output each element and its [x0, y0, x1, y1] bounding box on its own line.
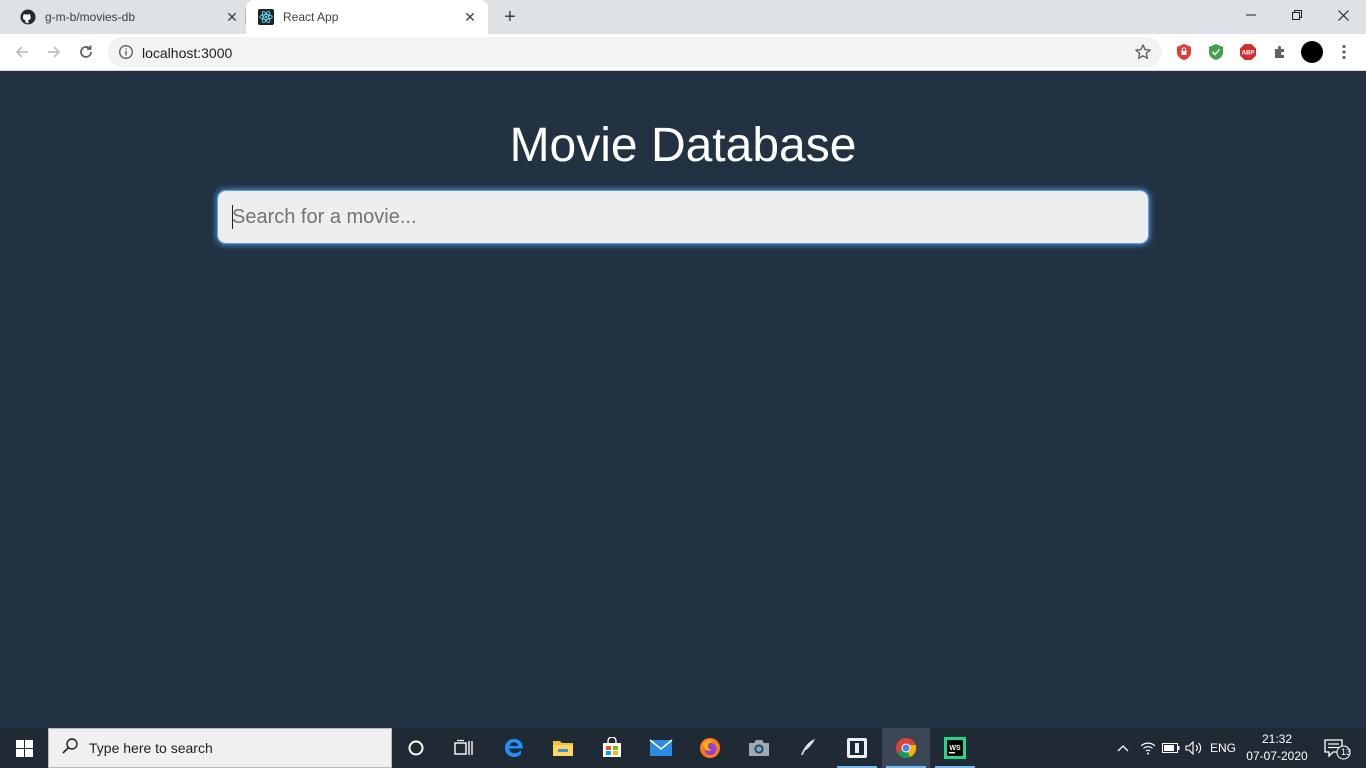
- volume-icon[interactable]: [1183, 728, 1205, 768]
- extensions-puzzle-icon[interactable]: [1270, 42, 1290, 62]
- language-indicator[interactable]: ENG: [1206, 728, 1240, 768]
- search-icon: [61, 737, 79, 760]
- windows-start-icon[interactable]: [0, 728, 48, 768]
- adblock-extension-icon[interactable]: ABP: [1238, 42, 1258, 62]
- network-icon[interactable]: [1137, 728, 1159, 768]
- close-tab-icon[interactable]: ✕: [224, 9, 240, 25]
- tab-title: React App: [283, 10, 339, 24]
- svg-text:ABP: ABP: [1242, 51, 1255, 57]
- forward-icon[interactable]: [42, 40, 66, 64]
- react-icon: [258, 9, 274, 25]
- github-icon: [20, 9, 36, 25]
- taskbar-search-box[interactable]: Type here to search: [48, 728, 392, 768]
- store-icon[interactable]: [588, 728, 636, 768]
- inkscape-icon[interactable]: [784, 728, 832, 768]
- text-cursor: [232, 205, 233, 229]
- shield-extension-icon[interactable]: [1174, 42, 1194, 62]
- battery-icon[interactable]: [1160, 728, 1182, 768]
- tab-github[interactable]: g-m-b/movies-db ✕: [0, 0, 246, 34]
- restore-icon[interactable]: [1274, 0, 1320, 30]
- clock-date: 07-07-2020: [1246, 749, 1308, 763]
- movie-search-input[interactable]: [218, 191, 1148, 243]
- task-view-icon[interactable]: [440, 728, 488, 768]
- notifications-icon[interactable]: 13: [1320, 728, 1354, 768]
- avatar[interactable]: [1300, 40, 1324, 64]
- clock[interactable]: 21:32 07-07-2020: [1240, 731, 1314, 765]
- green-shield-extension-icon[interactable]: [1206, 42, 1226, 62]
- site-info-icon[interactable]: [118, 44, 134, 60]
- chevron-up-icon[interactable]: [1112, 728, 1134, 768]
- clock-time: 21:32: [1261, 732, 1293, 746]
- taskbar: Type here to search WS ENG 21:32 07-07-2…: [0, 728, 1366, 768]
- chrome-icon[interactable]: [882, 728, 930, 768]
- reload-icon[interactable]: [74, 40, 98, 64]
- camera-icon[interactable]: [735, 728, 783, 768]
- file-explorer-icon[interactable]: [539, 728, 587, 768]
- bookmark-star-icon[interactable]: [1134, 43, 1152, 61]
- firefox-icon[interactable]: [686, 728, 734, 768]
- taskbar-search-placeholder: Type here to search: [89, 740, 213, 756]
- page-title: Movie Database: [509, 119, 857, 172]
- minimize-icon[interactable]: [1228, 0, 1274, 30]
- menu-dots-icon[interactable]: [1334, 42, 1354, 62]
- tab-title: g-m-b/movies-db: [45, 10, 136, 24]
- close-window-icon[interactable]: [1320, 0, 1366, 30]
- app-icon[interactable]: [833, 728, 881, 768]
- address-bar[interactable]: localhost:3000: [108, 37, 1162, 67]
- close-tab-icon[interactable]: ✕: [462, 9, 478, 25]
- svg-text:WS: WS: [949, 745, 961, 752]
- edge-icon[interactable]: [490, 728, 538, 768]
- cortana-icon[interactable]: [392, 728, 440, 768]
- new-tab-icon[interactable]: +: [499, 6, 521, 28]
- mail-icon[interactable]: [637, 728, 685, 768]
- notification-count: 13: [1340, 747, 1351, 757]
- url-text: localhost:3000: [142, 45, 233, 61]
- webstorm-icon[interactable]: WS: [931, 728, 979, 768]
- tab-strip: g-m-b/movies-db ✕ React App ✕ +: [0, 0, 1366, 34]
- tab-react-app[interactable]: React App ✕: [246, 0, 488, 34]
- browser-toolbar: localhost:3000 ABP: [0, 34, 1366, 71]
- back-icon[interactable]: [10, 40, 34, 64]
